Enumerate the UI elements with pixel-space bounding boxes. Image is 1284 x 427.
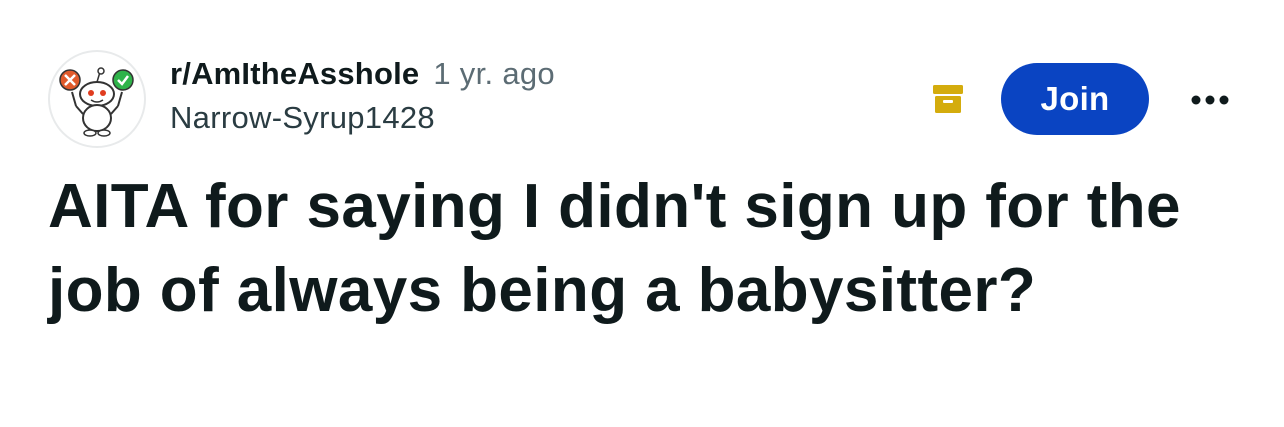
post-age: 1 yr. ago xyxy=(433,56,555,91)
post-title[interactable]: AITA for saying I didn't sign up for the… xyxy=(48,165,1248,333)
join-button[interactable]: Join xyxy=(1001,63,1149,135)
post-header: r/AmItheAsshole 1 yr. ago Narrow-Syrup14… xyxy=(48,50,1248,150)
post-meta-line: r/AmItheAsshole 1 yr. ago xyxy=(170,56,555,92)
snoo-icon xyxy=(59,67,134,137)
subreddit-avatar[interactable] xyxy=(48,50,146,148)
post-meta: r/AmItheAsshole 1 yr. ago Narrow-Syrup14… xyxy=(170,56,555,136)
post-author[interactable]: Narrow-Syrup1428 xyxy=(170,100,555,136)
more-options-icon[interactable] xyxy=(1186,88,1234,112)
archive-box-icon[interactable] xyxy=(931,82,965,116)
subreddit-name[interactable]: r/AmItheAsshole xyxy=(170,56,419,92)
